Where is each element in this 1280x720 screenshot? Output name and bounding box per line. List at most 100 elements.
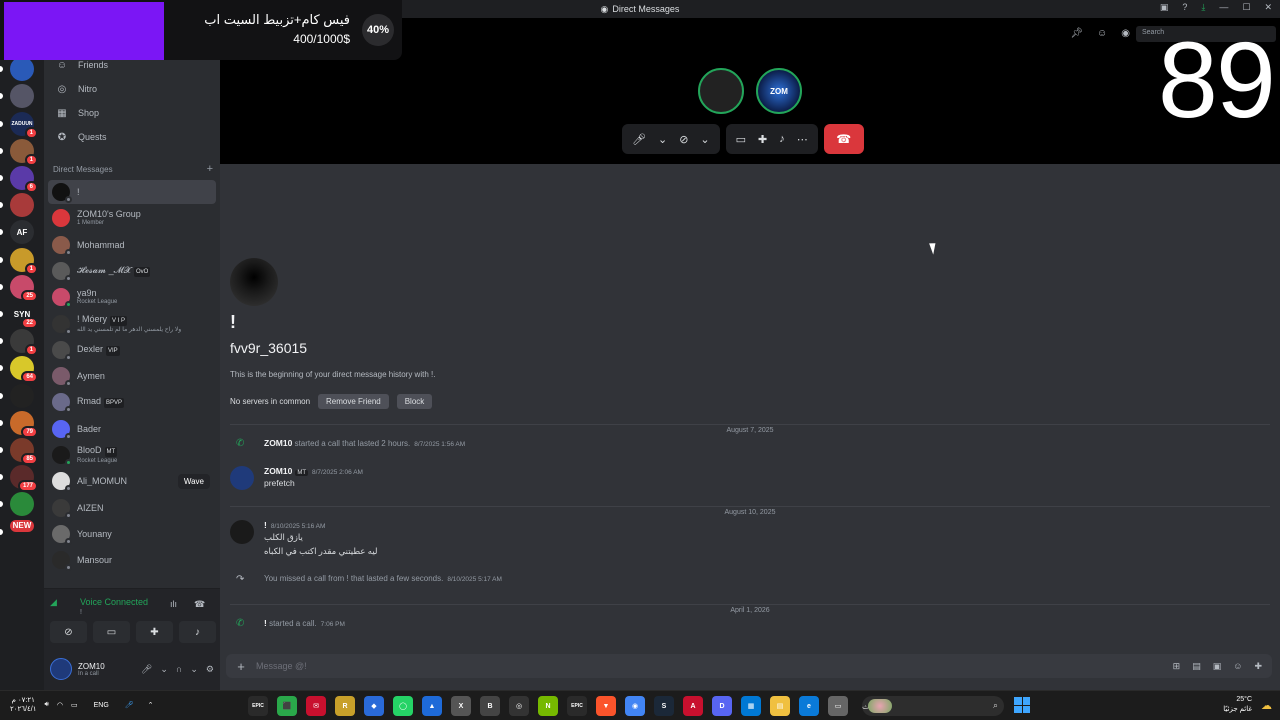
taskbar-app-icon[interactable]: ◆ bbox=[364, 696, 384, 716]
emoji-icon[interactable]: ☺ bbox=[1233, 661, 1242, 672]
taskbar-app-icon[interactable]: ▲ bbox=[422, 696, 442, 716]
server-icon[interactable]: ZADUUN 1 bbox=[10, 111, 38, 139]
apps-icon[interactable]: ✚ bbox=[1254, 661, 1262, 672]
chevron-down-icon[interactable]: ⌄ bbox=[700, 133, 709, 146]
dm-item[interactable]: Mansour bbox=[48, 548, 216, 572]
maximize-button[interactable]: ☐ bbox=[1242, 2, 1250, 13]
user-avatar[interactable] bbox=[50, 658, 72, 680]
system-call-message[interactable]: ✆ ZOM10 started a call that lasted 2 hour… bbox=[230, 438, 1270, 452]
mic-control-group[interactable]: 🎤︎ ⌄ ⊘ ⌄ bbox=[622, 124, 720, 154]
message-avatar[interactable] bbox=[230, 520, 254, 544]
taskbar-app-icon[interactable]: ◎ bbox=[509, 696, 529, 716]
system-call-message[interactable]: ↷ You missed a call from ! that lasted a … bbox=[230, 574, 1270, 588]
more-icon[interactable]: ⋯ bbox=[797, 133, 808, 146]
taskbar-app-icon[interactable]: R bbox=[335, 696, 355, 716]
call-participant-avatar-self[interactable]: ZOM bbox=[756, 68, 802, 114]
taskbar-app-icon[interactable]: EPIC bbox=[567, 696, 587, 716]
message-author[interactable]: ! bbox=[264, 618, 267, 628]
soundboard-button[interactable]: ♪ bbox=[179, 621, 216, 643]
message-avatar[interactable] bbox=[230, 466, 254, 490]
taskbar-app-icon[interactable]: ◉ bbox=[625, 696, 645, 716]
taskbar-app-icon[interactable]: e bbox=[799, 696, 819, 716]
server-icon[interactable]: 85 bbox=[10, 438, 38, 465]
help-icon[interactable]: ? bbox=[1182, 2, 1187, 13]
download-icon[interactable]: ⤓ bbox=[1201, 2, 1205, 13]
taskbar-app-icon[interactable]: ✉ bbox=[306, 696, 326, 716]
taskbar-app-icon[interactable]: ▤ bbox=[770, 696, 790, 716]
profile-avatar[interactable] bbox=[230, 258, 278, 306]
server-icon[interactable]: 177 bbox=[10, 465, 38, 493]
settings-gear-icon[interactable]: ⚙ bbox=[206, 664, 214, 675]
message-author[interactable]: ! bbox=[264, 520, 267, 530]
server-icon[interactable]: 1 bbox=[10, 329, 38, 357]
headphones-icon[interactable]: ∩ bbox=[176, 664, 182, 675]
gif-icon[interactable]: ▤ bbox=[1192, 661, 1201, 672]
taskbar-app-icon[interactable]: S bbox=[654, 696, 674, 716]
gift-icon[interactable]: ⊞ bbox=[1173, 661, 1181, 672]
message-author[interactable]: ZOM10 bbox=[264, 438, 292, 448]
call-participant-avatar[interactable] bbox=[698, 68, 744, 114]
user-info[interactable]: ZOM10 In a call bbox=[78, 662, 105, 677]
server-icon[interactable]: SYN 22 bbox=[10, 302, 38, 329]
taskbar-app-icon[interactable]: B bbox=[480, 696, 500, 716]
minimize-button[interactable]: — bbox=[1219, 2, 1228, 13]
create-dm-icon[interactable]: + bbox=[207, 164, 213, 175]
server-icon[interactable] bbox=[10, 193, 34, 218]
profile-icon[interactable]: ◉ bbox=[1121, 28, 1130, 39]
camera-off-icon[interactable]: ⊘ bbox=[679, 133, 688, 146]
server-icon[interactable]: 25 bbox=[10, 274, 38, 302]
wifi-icon[interactable]: ◠ bbox=[57, 701, 63, 709]
activities-button[interactable]: ✚ bbox=[136, 621, 173, 643]
taskbar-app-icon[interactable]: EPIC bbox=[248, 696, 268, 716]
dm-item[interactable]: ya9n Rocket League bbox=[48, 285, 216, 309]
activities-icon[interactable]: ✚ bbox=[758, 133, 767, 146]
wave-button[interactable]: Wave bbox=[177, 473, 210, 489]
dm-item[interactable]: ! bbox=[48, 180, 216, 204]
screen-share-button[interactable]: ▭ bbox=[93, 621, 130, 643]
chat-message[interactable]: ZOM10 MT 8/7/2025 2:06 AM prefetch bbox=[230, 466, 1270, 492]
server-icon[interactable]: 1 bbox=[10, 138, 38, 166]
voice-status[interactable]: Voice Connected bbox=[80, 597, 148, 607]
close-button[interactable]: ✕ bbox=[1264, 2, 1272, 13]
clock[interactable]: ٠٧:٢١ م ٢٠٢٦/٤/١ bbox=[10, 696, 36, 714]
taskbar-app-icon[interactable]: D bbox=[712, 696, 732, 716]
dm-item[interactable]: BlooD MT Rocket League bbox=[48, 443, 216, 467]
inbox-icon[interactable]: ▣ bbox=[1160, 2, 1169, 13]
dm-item[interactable]: ! Móery V I P ولا راح يلمسني الدهر ما لم ت… bbox=[48, 312, 216, 336]
taskbar-app-icon[interactable]: ⬛ bbox=[277, 696, 297, 716]
message-input[interactable]: Message @! bbox=[256, 661, 1173, 671]
server-icon[interactable]: 1 bbox=[10, 247, 38, 275]
dm-item[interactable]: 𝓗𝓮𝓼𝓪𝓶 _𝓜𝓧 OvO bbox=[48, 259, 216, 283]
attach-plus-icon[interactable]: + bbox=[226, 659, 256, 674]
system-call-message[interactable]: ✆! started a call. 7:06 PM bbox=[230, 618, 1270, 632]
taskbar-search[interactable]: بحث ⌕ bbox=[862, 696, 1004, 716]
soundboard-icon[interactable]: ♪ bbox=[779, 133, 785, 145]
server-icon[interactable]: NEW bbox=[10, 519, 34, 532]
sticker-icon[interactable]: ▣ bbox=[1213, 661, 1222, 672]
taskbar-app-icon[interactable]: ▦ bbox=[741, 696, 761, 716]
chat-message[interactable]: ! 8/10/2025 5:16 AM يازق الكلب ليه عطيتني م… bbox=[230, 520, 1270, 560]
dm-item[interactable]: Aymen bbox=[48, 364, 216, 388]
camera-off-button[interactable]: ⊘ bbox=[50, 621, 87, 643]
add-friend-icon[interactable]: ☺ bbox=[1097, 28, 1107, 39]
dm-item[interactable]: Younany bbox=[48, 522, 216, 546]
mic-icon[interactable]: 🎤︎ bbox=[141, 664, 152, 675]
server-icon[interactable] bbox=[10, 84, 34, 109]
dm-item[interactable]: Mohammad bbox=[48, 233, 216, 257]
taskbar-app-icon[interactable]: N bbox=[538, 696, 558, 716]
dm-item[interactable]: ZOM10's Group 1 Member bbox=[48, 206, 216, 230]
taskbar-app-icon[interactable]: X bbox=[451, 696, 471, 716]
disconnect-icon[interactable]: ☎ bbox=[194, 599, 205, 610]
server-icon[interactable] bbox=[10, 383, 34, 408]
dm-item[interactable]: Ali_MOMUN Wave bbox=[48, 469, 216, 493]
chevron-down-icon[interactable]: ⌄ bbox=[160, 664, 168, 675]
server-icon[interactable] bbox=[10, 492, 34, 517]
server-icon[interactable]: 6 bbox=[10, 166, 38, 193]
screen-share-icon[interactable]: ▭ bbox=[736, 133, 746, 146]
dm-item[interactable]: Rmad BPVP bbox=[48, 390, 216, 414]
dm-item[interactable]: Dexler VIP bbox=[48, 338, 216, 362]
taskbar-app-icon[interactable]: ▭ bbox=[828, 696, 848, 716]
nav-nitro[interactable]: ◎ Nitro bbox=[52, 78, 216, 100]
chevron-down-icon[interactable]: ⌄ bbox=[658, 133, 667, 146]
server-icon[interactable]: 64 bbox=[10, 356, 38, 384]
